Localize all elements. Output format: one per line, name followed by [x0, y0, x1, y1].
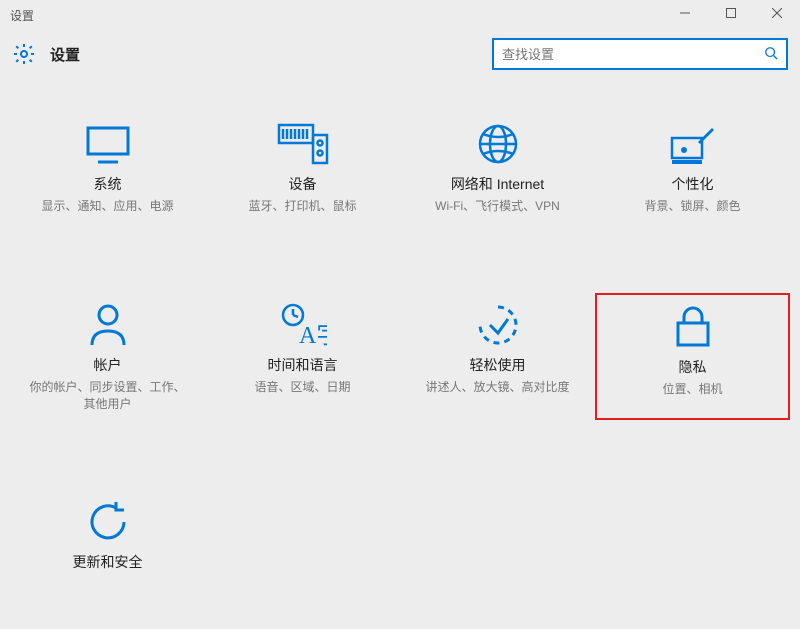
title-bar: 设置 [0, 0, 800, 30]
tile-desc: 背景、锁屏、颜色 [644, 198, 740, 215]
maximize-button[interactable] [708, 0, 754, 30]
search-box[interactable] [492, 38, 788, 70]
tile-title: 系统 [94, 174, 122, 194]
tile-desc: 蓝牙、打印机、鼠标 [248, 198, 356, 215]
tile-accounts[interactable]: 帐户 你的帐户、同步设置、工作、其他用户 [10, 293, 205, 421]
devices-icon [277, 120, 329, 168]
tile-system[interactable]: 系统 显示、通知、应用、电源 [10, 112, 205, 223]
tile-desc: Wi-Fi、飞行模式、VPN [435, 198, 560, 215]
tile-time-language[interactable]: A字 时间和语言 语音、区域、日期 [205, 293, 400, 421]
tile-ease-of-access[interactable]: 轻松使用 讲述人、放大镜、高对比度 [400, 293, 595, 421]
person-icon [88, 301, 128, 349]
tile-desc: 位置、相机 [662, 381, 722, 398]
page-title: 设置 [50, 44, 492, 65]
monitor-icon [84, 120, 132, 168]
paint-icon [670, 120, 716, 168]
tile-desc: 讲述人、放大镜、高对比度 [425, 379, 569, 396]
svg-text:A字: A字 [299, 322, 327, 347]
tile-title: 设备 [289, 174, 317, 194]
tile-desc: 语音、区域、日期 [254, 379, 350, 396]
time-language-icon: A字 [279, 301, 327, 349]
window-title: 设置 [10, 7, 34, 24]
close-button[interactable] [754, 0, 800, 30]
tile-title: 隐私 [679, 357, 707, 377]
tile-title: 帐户 [94, 355, 122, 375]
minimize-button[interactable] [662, 0, 708, 30]
lock-icon [674, 303, 712, 351]
header: 设置 [0, 30, 800, 82]
globe-icon [476, 120, 520, 168]
tile-title: 个性化 [672, 174, 714, 194]
ease-icon [476, 301, 520, 349]
gear-icon [12, 42, 36, 66]
tile-network[interactable]: 网络和 Internet Wi-Fi、飞行模式、VPN [400, 112, 595, 223]
tile-title: 网络和 Internet [451, 174, 544, 194]
tile-devices[interactable]: 设备 蓝牙、打印机、鼠标 [205, 112, 400, 223]
tile-privacy[interactable]: 隐私 位置、相机 [595, 293, 790, 421]
tile-personalization[interactable]: 个性化 背景、锁屏、颜色 [595, 112, 790, 223]
tile-title: 时间和语言 [268, 355, 338, 375]
refresh-icon [86, 498, 130, 546]
search-input[interactable] [502, 47, 764, 62]
tile-desc: 显示、通知、应用、电源 [41, 198, 173, 215]
tile-title: 轻松使用 [470, 355, 526, 375]
window-controls [662, 0, 800, 30]
tile-desc: 你的帐户、同步设置、工作、其他用户 [28, 379, 188, 413]
tile-update-security[interactable]: 更新和安全 [10, 490, 205, 584]
settings-grid: 系统 显示、通知、应用、电源 设备 蓝牙、打印机、鼠标 [0, 82, 800, 584]
search-icon [764, 46, 778, 63]
tile-title: 更新和安全 [73, 552, 143, 572]
